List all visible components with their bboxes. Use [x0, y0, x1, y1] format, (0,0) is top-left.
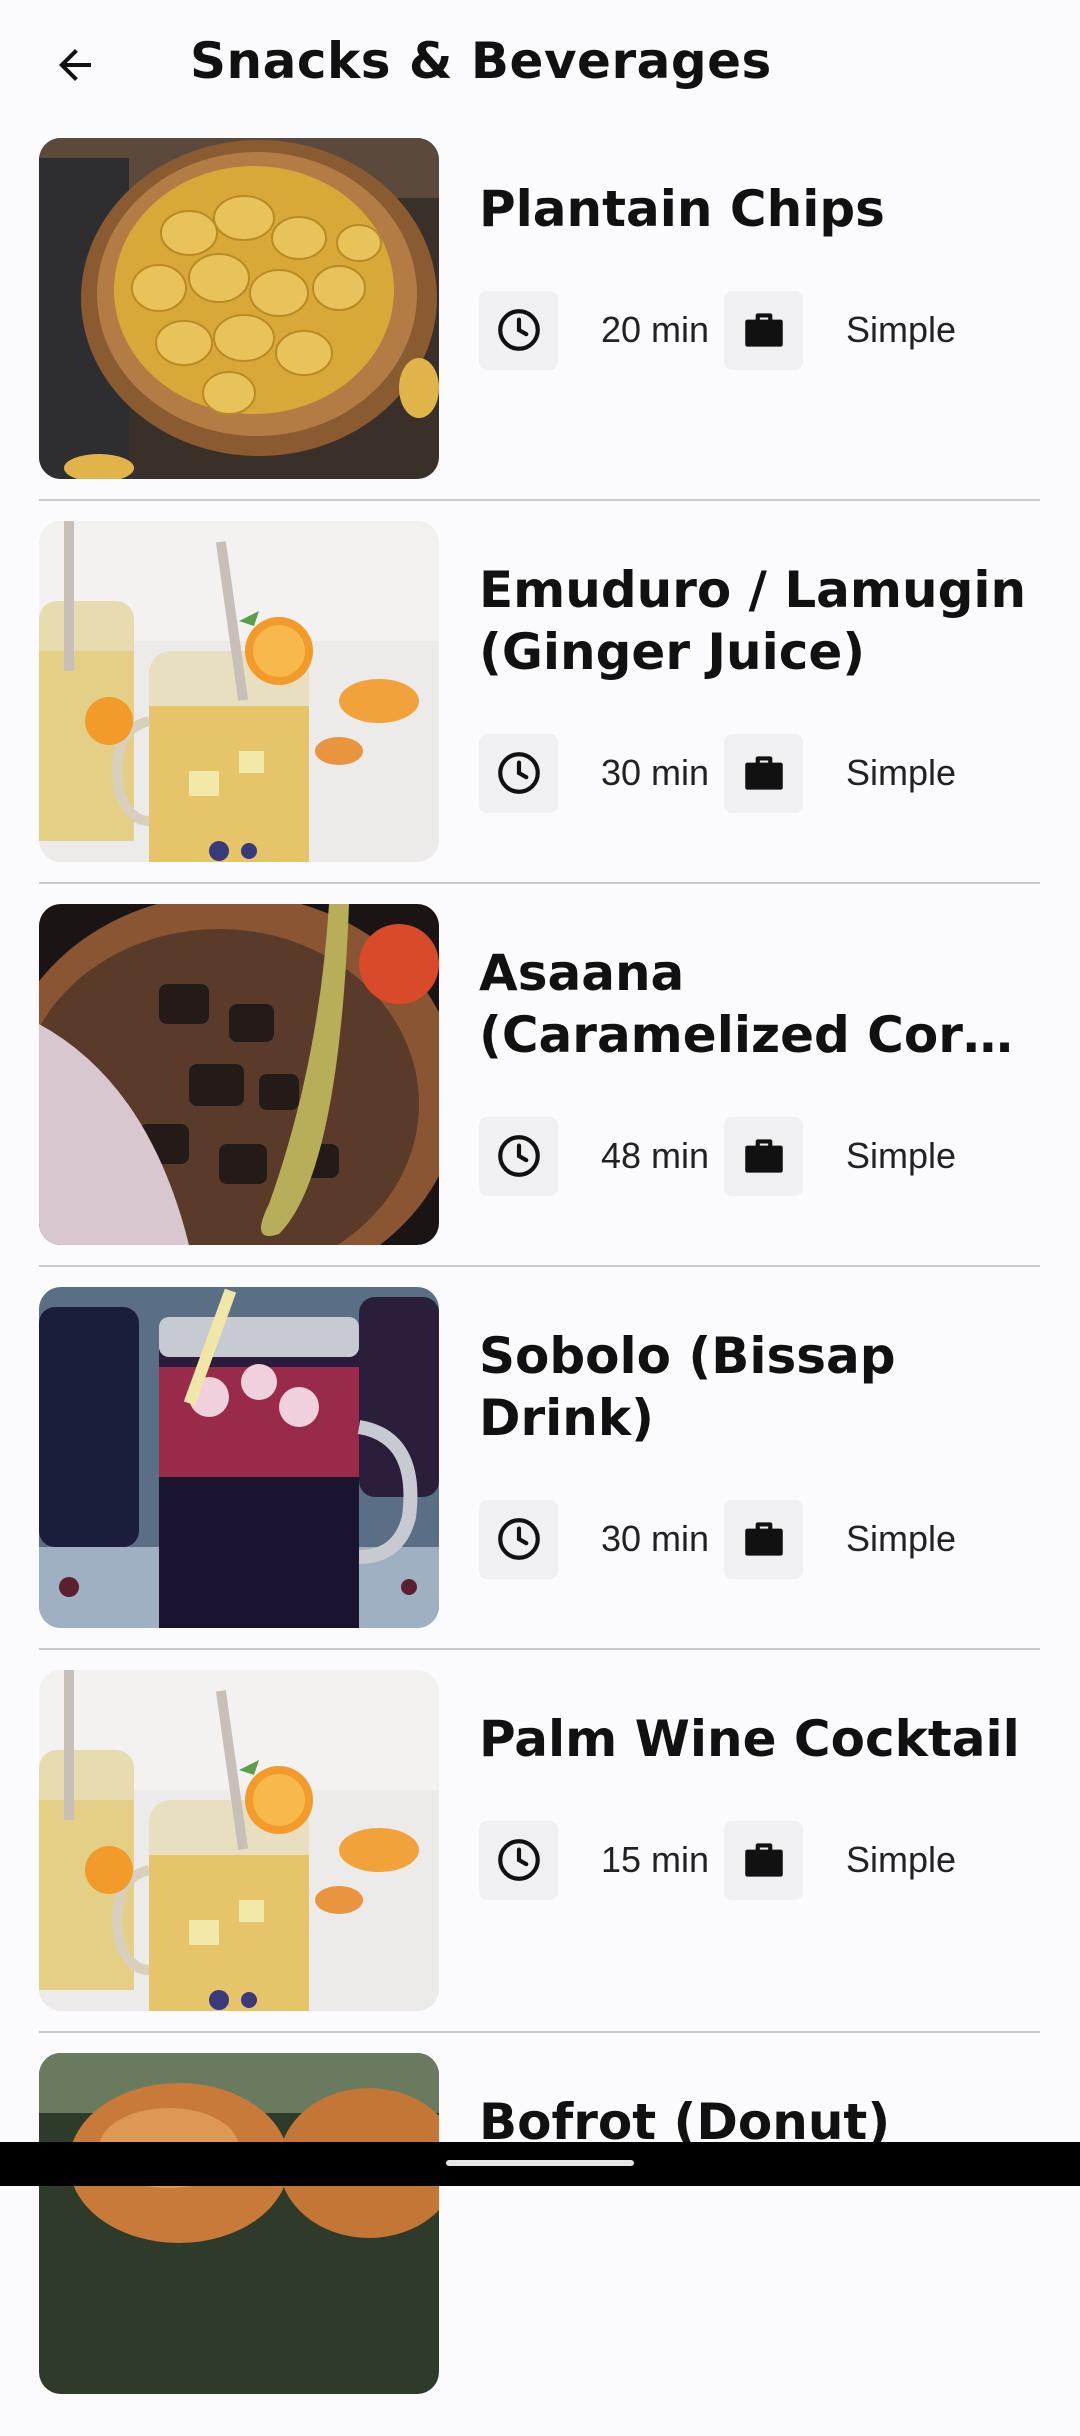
arrow-left-icon	[59, 49, 91, 81]
prep-time: 48 min	[601, 1135, 710, 1176]
divider	[39, 882, 1040, 884]
app-bar: Snacks & Beverages	[0, 0, 1080, 130]
recipe-card-asaana[interactable]: Asaana (Caramelized Corn ... 48 min Simp…	[0, 904, 1080, 1287]
difficulty: Simple	[846, 1518, 957, 1559]
recipe-card-plantain-chips[interactable]: Plantain Chips 20 min Simple	[0, 138, 1080, 521]
recipe-list[interactable]: Plantain Chips 20 min Simple Emuduro / L…	[0, 138, 1080, 2436]
divider	[39, 1648, 1040, 1650]
system-nav-bar	[0, 2142, 1080, 2186]
divider	[39, 499, 1040, 501]
prep-time: 30 min	[601, 1518, 710, 1559]
recipe-card-sobolo[interactable]: Sobolo (Bissap Drink) 30 min Simple	[0, 1287, 1080, 1670]
difficulty: Simple	[846, 309, 957, 350]
recipe-image-palm-wine-cocktail	[39, 1670, 439, 2011]
recipe-title: Plantain Chips	[479, 180, 885, 238]
recipe-title: Emuduro / Lamugin (Ginger Juice)	[479, 561, 1027, 681]
recipe-meta: 30 min Simple	[479, 1499, 1039, 1579]
recipe-meta: 30 min Simple	[479, 733, 1039, 813]
recipe-title: Palm Wine Cocktail	[479, 1710, 1020, 1768]
briefcase-icon	[724, 1820, 803, 1900]
difficulty: Simple	[846, 752, 957, 793]
clock-icon	[479, 1116, 558, 1196]
difficulty: Simple	[846, 1135, 957, 1176]
clock-icon	[479, 1499, 558, 1579]
difficulty: Simple	[846, 1839, 957, 1880]
recipe-image-asaana	[39, 904, 439, 1245]
divider	[39, 1265, 1040, 1267]
recipe-meta: 48 min Simple	[479, 1116, 1039, 1196]
recipe-title: Sobolo (Bissap Drink)	[479, 1327, 896, 1447]
prep-time: 30 min	[601, 752, 710, 793]
recipe-card-emuduro[interactable]: Emuduro / Lamugin (Ginger Juice) 30 min …	[0, 521, 1080, 904]
clock-icon	[479, 1820, 558, 1900]
page-title: Snacks & Beverages	[190, 32, 772, 90]
prep-time: 20 min	[601, 309, 710, 350]
recipe-image-sobolo	[39, 1287, 439, 1628]
recipe-card-bofrot[interactable]: Bofrot (Donut)	[0, 2053, 1080, 2436]
divider	[39, 2031, 1040, 2033]
prep-time: 15 min	[601, 1839, 710, 1880]
briefcase-icon	[724, 1116, 803, 1196]
recipe-image-emuduro	[39, 521, 439, 862]
briefcase-icon	[724, 290, 803, 370]
recipe-title: Asaana (Caramelized Corn ...	[479, 944, 999, 1064]
home-gesture-handle[interactable]	[446, 2160, 634, 2166]
clock-icon	[479, 290, 558, 370]
back-button[interactable]	[48, 38, 102, 92]
briefcase-icon	[724, 1499, 803, 1579]
recipe-image-plantain-chips	[39, 138, 439, 479]
recipe-meta: 15 min Simple	[479, 1820, 1039, 1900]
recipe-image-bofrot	[39, 2053, 439, 2394]
recipe-meta: 20 min Simple	[479, 290, 1039, 370]
briefcase-icon	[724, 733, 803, 813]
recipe-card-palm-wine-cocktail[interactable]: Palm Wine Cocktail 15 min Simple	[0, 1670, 1080, 2053]
clock-icon	[479, 733, 558, 813]
